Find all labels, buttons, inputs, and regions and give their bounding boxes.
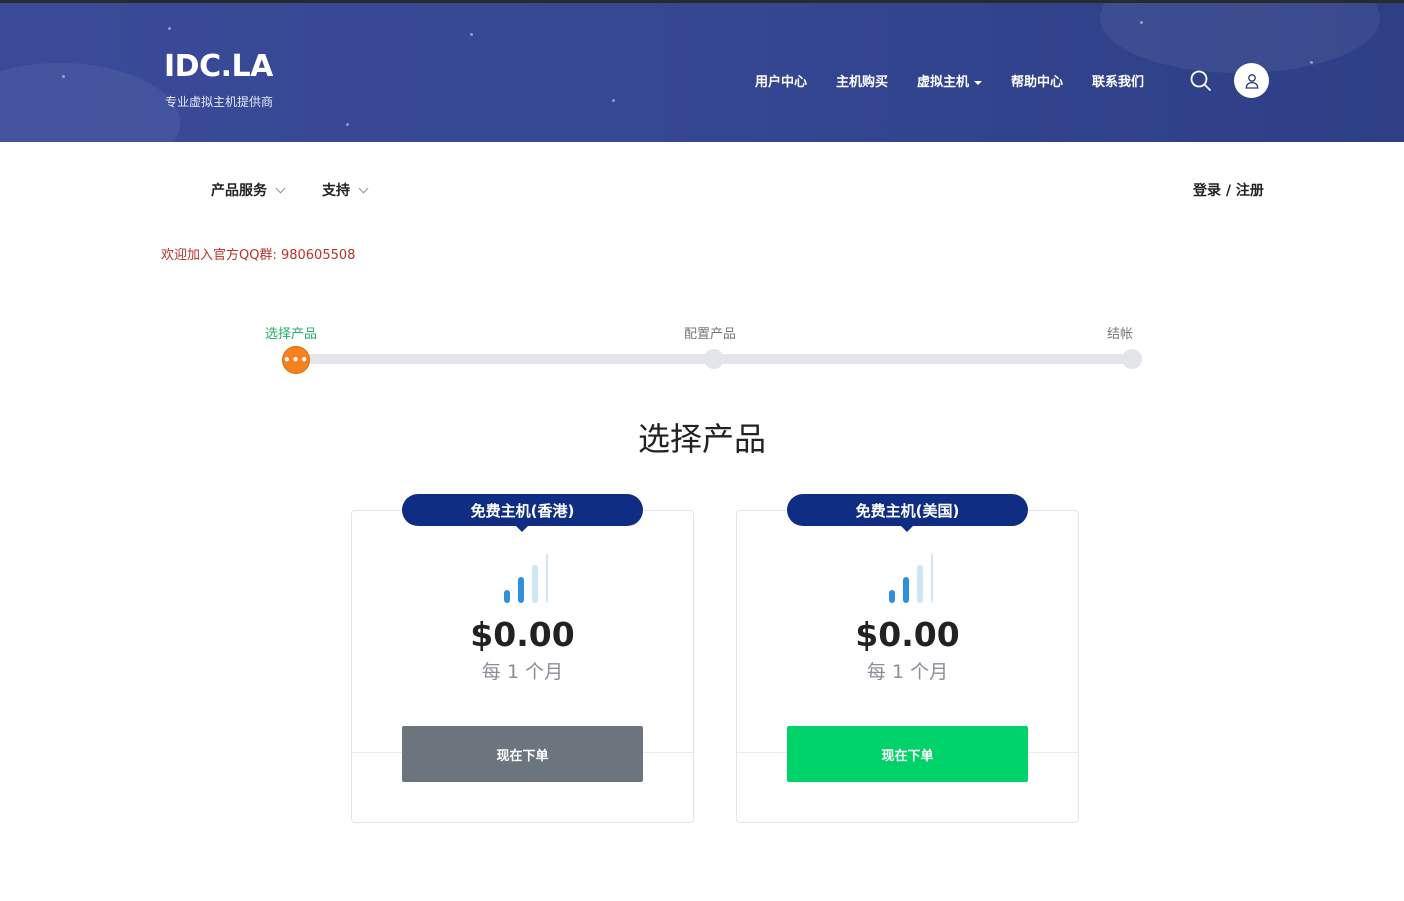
product-card: 免费主机(美国) $0.00 每 1 个月 现在下单	[736, 494, 1079, 823]
subnav-products-services[interactable]: 产品服务	[211, 180, 286, 200]
signal-bar	[903, 577, 909, 603]
product-name-ribbon: 免费主机(美国)	[787, 494, 1028, 532]
step-dot-current: •••	[282, 346, 310, 374]
user-icon	[1244, 73, 1259, 89]
caret-down-icon	[974, 80, 983, 85]
qq-group-notice: 欢迎加入官方QQ群: 980605508	[161, 248, 356, 263]
step-label-checkout: 结帐	[1107, 327, 1134, 342]
product-name-ribbon: 免费主机(香港)	[402, 494, 643, 532]
signal-bar	[931, 553, 937, 603]
nav-user-center[interactable]: 用户中心	[755, 71, 807, 90]
signal-bar	[546, 553, 552, 603]
search-icon[interactable]	[1189, 69, 1213, 93]
order-now-button[interactable]: 现在下单	[402, 726, 643, 782]
nav-virtual-host[interactable]: 虚拟主机	[917, 71, 983, 90]
product-card: 免费主机(香港) $0.00 每 1 个月 现在下单	[351, 494, 694, 823]
product-price: $0.00	[855, 615, 960, 654]
billing-period: 每 1 个月	[866, 661, 949, 683]
nav-help-center[interactable]: 帮助中心	[1011, 71, 1063, 90]
order-now-button[interactable]: 现在下单	[787, 726, 1028, 782]
product-price: $0.00	[470, 615, 575, 654]
chevron-down-icon	[358, 183, 369, 194]
signal-bar	[532, 565, 538, 603]
signal-bars-icon	[498, 551, 552, 603]
nav-buy-host[interactable]: 主机购买	[836, 71, 888, 90]
signal-bar	[504, 590, 510, 603]
user-account-button[interactable]	[1234, 63, 1269, 98]
signal-bar	[889, 590, 895, 603]
site-header: IDC.LA 专业虚拟主机提供商 用户中心 主机购买 虚拟主机 帮助中心 联系我…	[0, 3, 1404, 142]
signal-bar	[917, 565, 923, 603]
chevron-down-icon	[275, 183, 286, 194]
step-dot-configure	[704, 349, 724, 369]
step-label-configure-product: 配置产品	[684, 327, 737, 342]
more-dots-icon: •••	[282, 353, 309, 367]
subnav-support[interactable]: 支持	[322, 180, 369, 200]
signal-bar	[518, 577, 524, 603]
site-logo[interactable]: IDC.LA	[164, 49, 273, 84]
billing-period: 每 1 个月	[481, 661, 564, 683]
step-label-select-product: 选择产品	[265, 327, 318, 342]
site-tagline: 专业虚拟主机提供商	[165, 95, 274, 109]
login-register-link[interactable]: 登录 / 注册	[1193, 180, 1264, 200]
nav-contact-us[interactable]: 联系我们	[1092, 71, 1144, 90]
signal-bars-icon	[883, 551, 937, 603]
page-title: 选择产品	[637, 420, 766, 458]
step-dot-checkout	[1122, 349, 1142, 369]
